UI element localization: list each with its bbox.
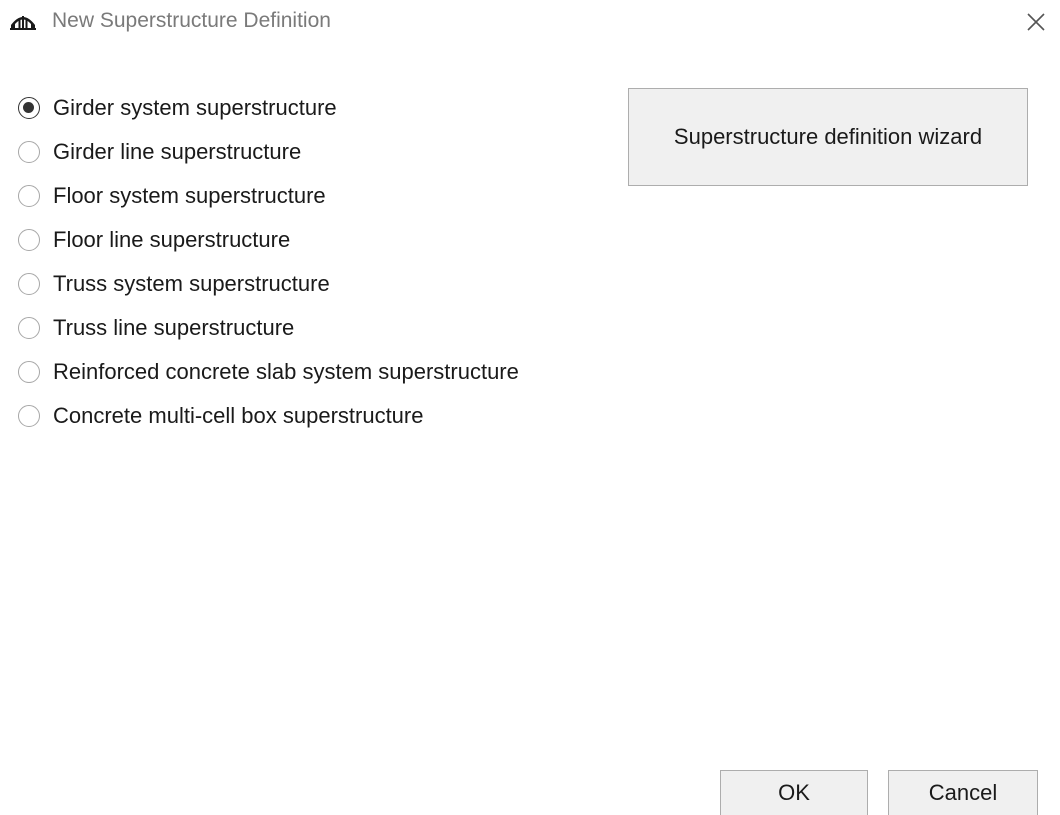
radio-label[interactable]: Girder line superstructure	[53, 139, 301, 165]
ok-button[interactable]: OK	[720, 770, 868, 815]
title-bar: New Superstructure Definition	[0, 0, 1060, 44]
radio-rc-slab-system[interactable]: Reinforced concrete slab system superstr…	[18, 350, 519, 394]
radio-truss-system[interactable]: Truss system superstructure	[18, 262, 519, 306]
radio-girder-system[interactable]: Girder system superstructure	[18, 86, 519, 130]
window-title: New Superstructure Definition	[52, 9, 331, 32]
radio-button[interactable]	[18, 361, 40, 383]
close-icon[interactable]	[1020, 6, 1052, 38]
radio-floor-line[interactable]: Floor line superstructure	[18, 218, 519, 262]
radio-girder-line[interactable]: Girder line superstructure	[18, 130, 519, 174]
radio-label[interactable]: Truss system superstructure	[53, 271, 330, 297]
radio-button[interactable]	[18, 141, 40, 163]
radio-button[interactable]	[18, 229, 40, 251]
radio-button[interactable]	[18, 405, 40, 427]
radio-label[interactable]: Floor system superstructure	[53, 183, 326, 209]
radio-button[interactable]	[18, 273, 40, 295]
new-superstructure-dialog: New Superstructure Definition Girder sys…	[0, 0, 1060, 815]
radio-button[interactable]	[18, 185, 40, 207]
bridge-arch-icon	[10, 11, 36, 31]
radio-label[interactable]: Concrete multi-cell box superstructure	[53, 403, 423, 429]
radio-button[interactable]	[18, 317, 40, 339]
radio-label[interactable]: Girder system superstructure	[53, 95, 337, 121]
radio-label[interactable]: Reinforced concrete slab system superstr…	[53, 359, 519, 385]
cancel-button[interactable]: Cancel	[888, 770, 1038, 815]
radio-concrete-multicell-box[interactable]: Concrete multi-cell box superstructure	[18, 394, 519, 438]
radio-label[interactable]: Truss line superstructure	[53, 315, 294, 341]
radio-floor-system[interactable]: Floor system superstructure	[18, 174, 519, 218]
radio-label[interactable]: Floor line superstructure	[53, 227, 290, 253]
radio-truss-line[interactable]: Truss line superstructure	[18, 306, 519, 350]
superstructure-type-radio-group: Girder system superstructure Girder line…	[18, 86, 519, 438]
superstructure-wizard-button[interactable]: Superstructure definition wizard	[628, 88, 1028, 186]
radio-button-checked[interactable]	[18, 97, 40, 119]
